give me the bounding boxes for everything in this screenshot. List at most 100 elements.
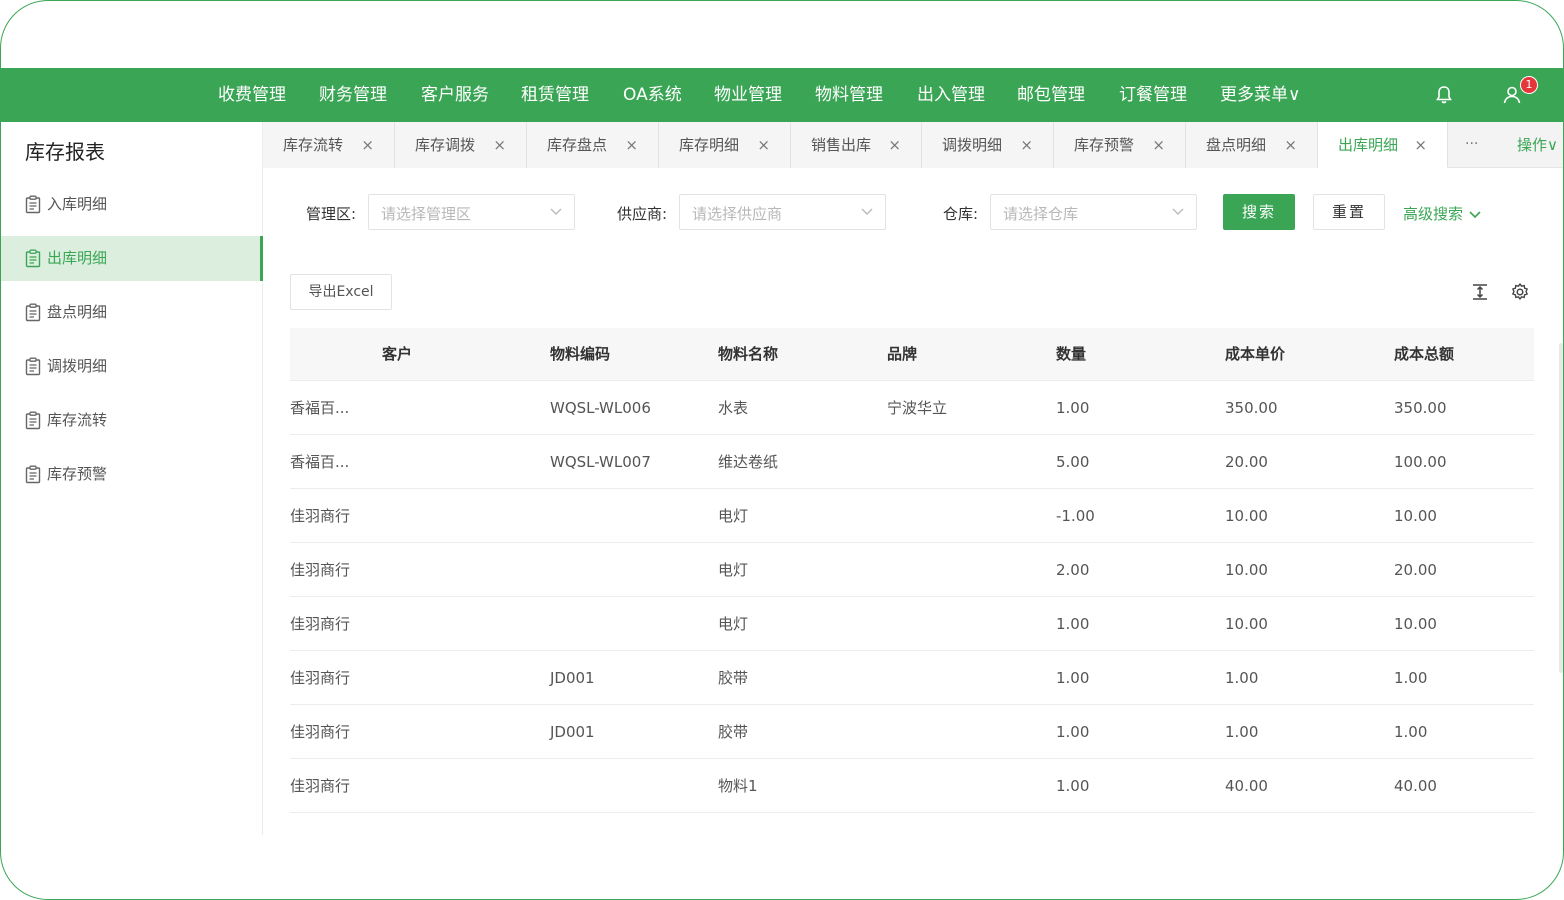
sidebar-item[interactable]: 出库明细 xyxy=(1,236,263,281)
tab[interactable]: 库存流转 × xyxy=(263,122,395,168)
column-header: 品牌 xyxy=(887,345,918,363)
tab-label: 库存预警 xyxy=(1074,136,1135,154)
close-icon[interactable]: × xyxy=(625,122,638,168)
column-header: 物料编码 xyxy=(550,345,611,363)
advanced-search-toggle[interactable]: 高级搜索 xyxy=(1403,203,1481,224)
table-cell: 香福百... xyxy=(290,399,350,417)
sidebar-item[interactable]: 盘点明细 xyxy=(1,290,263,335)
export-excel-button[interactable]: 导出Excel xyxy=(290,274,392,310)
table-cell: JD001 xyxy=(550,723,595,741)
table-row[interactable]: 佳羽商行 电灯 -1.00 10.00 10.00 xyxy=(290,489,1534,543)
table-cell: 350.00 xyxy=(1225,399,1278,417)
tab[interactable]: 出库明细 × xyxy=(1318,122,1448,168)
scrollbar[interactable] xyxy=(1559,343,1563,673)
table-cell: 佳羽商行 xyxy=(290,615,351,633)
table-row[interactable]: 佳羽商行 电灯 2.00 10.00 20.00 xyxy=(290,543,1534,597)
reset-button[interactable]: 重置 xyxy=(1313,194,1385,230)
table-cell: 1.00 xyxy=(1225,723,1259,741)
supplier-label: 供应商: xyxy=(617,205,668,223)
table-row[interactable]: 香福百... WQSL-WL007 维达卷纸 5.00 20.00 100.00 xyxy=(290,435,1534,489)
tab[interactable]: 销售出库 × xyxy=(791,122,922,168)
nav-item[interactable]: 客户服务 xyxy=(421,68,489,122)
clipboard-icon xyxy=(25,303,41,322)
tab-label: 库存明细 xyxy=(679,136,740,154)
table-cell: 佳羽商行 xyxy=(290,777,351,795)
more-tabs-button[interactable]: ··· xyxy=(1465,122,1478,166)
gear-icon[interactable] xyxy=(1510,282,1530,302)
table-cell: 10.00 xyxy=(1394,615,1437,633)
table-cell: 1.00 xyxy=(1056,777,1090,795)
advanced-search-label: 高级搜索 xyxy=(1403,205,1464,223)
close-icon[interactable]: × xyxy=(493,122,506,168)
chevron-down-icon xyxy=(1469,210,1481,218)
clipboard-icon xyxy=(25,249,41,268)
column-header: 数量 xyxy=(1056,345,1087,363)
table-cell: 胶带 xyxy=(718,669,749,687)
table-cell: 佳羽商行 xyxy=(290,669,351,687)
nav-item[interactable]: 更多菜单∨ xyxy=(1220,68,1300,122)
bell-icon[interactable] xyxy=(1433,84,1455,106)
tab[interactable]: 库存预警 × xyxy=(1054,122,1186,168)
nav-item[interactable]: 财务管理 xyxy=(319,68,387,122)
close-icon[interactable]: × xyxy=(1284,122,1297,168)
table-cell: 胶带 xyxy=(718,723,749,741)
sidebar-item[interactable]: 库存流转 xyxy=(1,398,263,443)
sidebar-item[interactable]: 调拨明细 xyxy=(1,344,263,389)
table-cell: 1.00 xyxy=(1056,669,1090,687)
table-cell: JD001 xyxy=(550,669,595,687)
top-nav: 收费管理 财务管理 客户服务 租赁管理 OA系统 物业管理 物料管理 出入管理 邮包管理 订餐管理… xyxy=(1,68,1563,122)
table-row[interactable]: 佳羽商行 JD001 胶带 1.00 1.00 1.00 xyxy=(290,705,1534,759)
table-cell: 20.00 xyxy=(1394,561,1437,579)
close-icon[interactable]: × xyxy=(1414,122,1427,168)
table-cell: 电灯 xyxy=(718,615,749,633)
close-icon[interactable]: × xyxy=(1152,122,1165,168)
nav-item[interactable]: 物业管理 xyxy=(714,68,782,122)
tab[interactable]: 调拨明细 × xyxy=(922,122,1054,168)
nav-item[interactable]: OA系统 xyxy=(623,68,682,122)
table-cell: 1.00 xyxy=(1394,723,1428,741)
warehouse-select[interactable]: 请选择仓库 xyxy=(990,194,1197,230)
sidebar: 库存报表 入库明细出库明细盘点明细调拨明细库存流转库存预警 xyxy=(1,122,263,835)
table-cell: 40.00 xyxy=(1394,777,1437,795)
tab[interactable]: 库存明细 × xyxy=(659,122,791,168)
tab-label: 库存盘点 xyxy=(547,136,608,154)
close-icon[interactable]: × xyxy=(888,122,901,168)
column-height-icon[interactable] xyxy=(1470,282,1490,302)
area-select[interactable]: 请选择管理区 xyxy=(368,194,575,230)
tab-label: 库存流转 xyxy=(283,136,344,154)
table-row[interactable]: 佳羽商行 JD001 胶带 1.00 1.00 1.00 xyxy=(290,651,1534,705)
sidebar-title: 库存报表 xyxy=(25,140,105,164)
nav-item[interactable]: 租赁管理 xyxy=(521,68,589,122)
table-cell: WQSL-WL006 xyxy=(550,399,651,417)
search-button[interactable]: 搜索 xyxy=(1223,194,1295,230)
table-row[interactable]: 佳羽商行 物料1 1.00 40.00 40.00 xyxy=(290,759,1534,813)
area-placeholder: 请选择管理区 xyxy=(381,205,472,223)
tab-label: 调拨明细 xyxy=(942,136,1003,154)
nav-item[interactable]: 物料管理 xyxy=(815,68,883,122)
supplier-select[interactable]: 请选择供应商 xyxy=(679,194,886,230)
tab[interactable]: 库存盘点 × xyxy=(527,122,659,168)
sidebar-item-label: 出库明细 xyxy=(47,249,108,267)
nav-item[interactable]: 邮包管理 xyxy=(1017,68,1085,122)
sidebar-item[interactable]: 库存预警 xyxy=(1,452,263,497)
sidebar-item[interactable]: 入库明细 xyxy=(1,182,263,227)
operations-menu[interactable]: 操作∨ xyxy=(1517,122,1558,168)
table-cell: 香福百... xyxy=(290,453,350,471)
tab[interactable]: 盘点明细 × xyxy=(1186,122,1318,168)
nav-item[interactable]: 出入管理 xyxy=(917,68,985,122)
close-icon[interactable]: × xyxy=(757,122,770,168)
nav-item[interactable]: 收费管理 xyxy=(218,68,286,122)
column-header: 成本单价 xyxy=(1225,345,1286,363)
nav-item[interactable]: 订餐管理 xyxy=(1119,68,1187,122)
close-icon[interactable]: × xyxy=(361,122,374,168)
table-cell: 1.00 xyxy=(1225,669,1259,687)
tab-label: 出库明细 xyxy=(1338,136,1399,154)
table-cell: 10.00 xyxy=(1394,507,1437,525)
tab-bar: 库存流转 × 库存调拨 × 库存盘点 × 库存明细 × 销售出库 × 调拨明细 × 库存预警 × 盘点明细 ×… xyxy=(263,122,1563,168)
table-cell: 1.00 xyxy=(1056,615,1090,633)
table-row[interactable]: 佳羽商行 电灯 1.00 10.00 10.00 xyxy=(290,597,1534,651)
tab[interactable]: 库存调拨 × xyxy=(395,122,527,168)
table-row[interactable]: 香福百... WQSL-WL006 水表 宁波华立 1.00 350.00 350.00 xyxy=(290,381,1534,435)
close-icon[interactable]: × xyxy=(1020,122,1033,168)
clipboard-icon xyxy=(25,195,41,214)
